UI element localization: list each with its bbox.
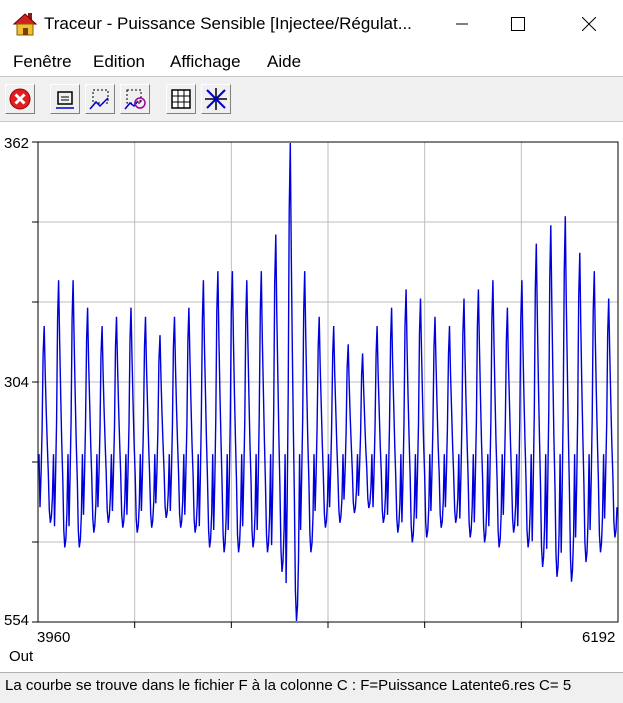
zoom-icon [56, 91, 74, 109]
menu-affichage[interactable]: Affichage [170, 52, 241, 72]
menu-edition[interactable]: Edition [93, 52, 145, 72]
reset-zoom-icon [124, 89, 146, 110]
status-bar: La courbe se trouve dans le fichier F à … [0, 672, 623, 703]
select-region-icon [89, 89, 109, 110]
select-region-button[interactable] [85, 84, 115, 114]
grid-lines [38, 142, 618, 622]
zoom-button[interactable] [50, 84, 80, 114]
menu-fenetre[interactable]: Fenêtre [13, 52, 72, 72]
title-bar[interactable]: Traceur - Puissance Sensible [Injectee/R… [0, 0, 623, 48]
y-tick-label-top: 362 [4, 135, 29, 152]
close-button[interactable] [566, 0, 612, 48]
stop-icon [9, 88, 31, 110]
minimize-icon [456, 23, 468, 25]
line-chart[interactable]: 362 304 554 3960 6192 Out [0, 122, 623, 672]
maximize-button[interactable] [495, 0, 541, 48]
crosshair-icon [205, 88, 227, 110]
close-icon [582, 17, 596, 31]
y-tick-label-bottom: 554 [4, 612, 29, 629]
menu-aide[interactable]: Aide [267, 52, 301, 72]
plot-area[interactable]: 362 304 554 3960 6192 Out [0, 122, 623, 672]
reset-zoom-button[interactable] [120, 84, 150, 114]
stop-button[interactable] [5, 84, 35, 114]
maximize-icon [511, 17, 525, 31]
grid-icon [171, 89, 191, 109]
y-tick-label-mid: 304 [4, 374, 29, 391]
app-house-icon [12, 13, 38, 36]
x-tick-label-start: 3960 [37, 629, 70, 646]
x-tick-label-end: 6192 [582, 629, 615, 646]
menu-bar: Fenêtre Edition Affichage Aide [0, 48, 623, 76]
grid-toggle-button[interactable] [166, 84, 196, 114]
window-title: Traceur - Puissance Sensible [Injectee/R… [44, 14, 412, 33]
status-text: La courbe se trouve dans le fichier F à … [5, 677, 572, 694]
toolbar [0, 76, 623, 122]
minimize-button[interactable] [439, 0, 485, 48]
x-axis-caption: Out [9, 648, 34, 665]
crosshair-button[interactable] [201, 84, 231, 114]
